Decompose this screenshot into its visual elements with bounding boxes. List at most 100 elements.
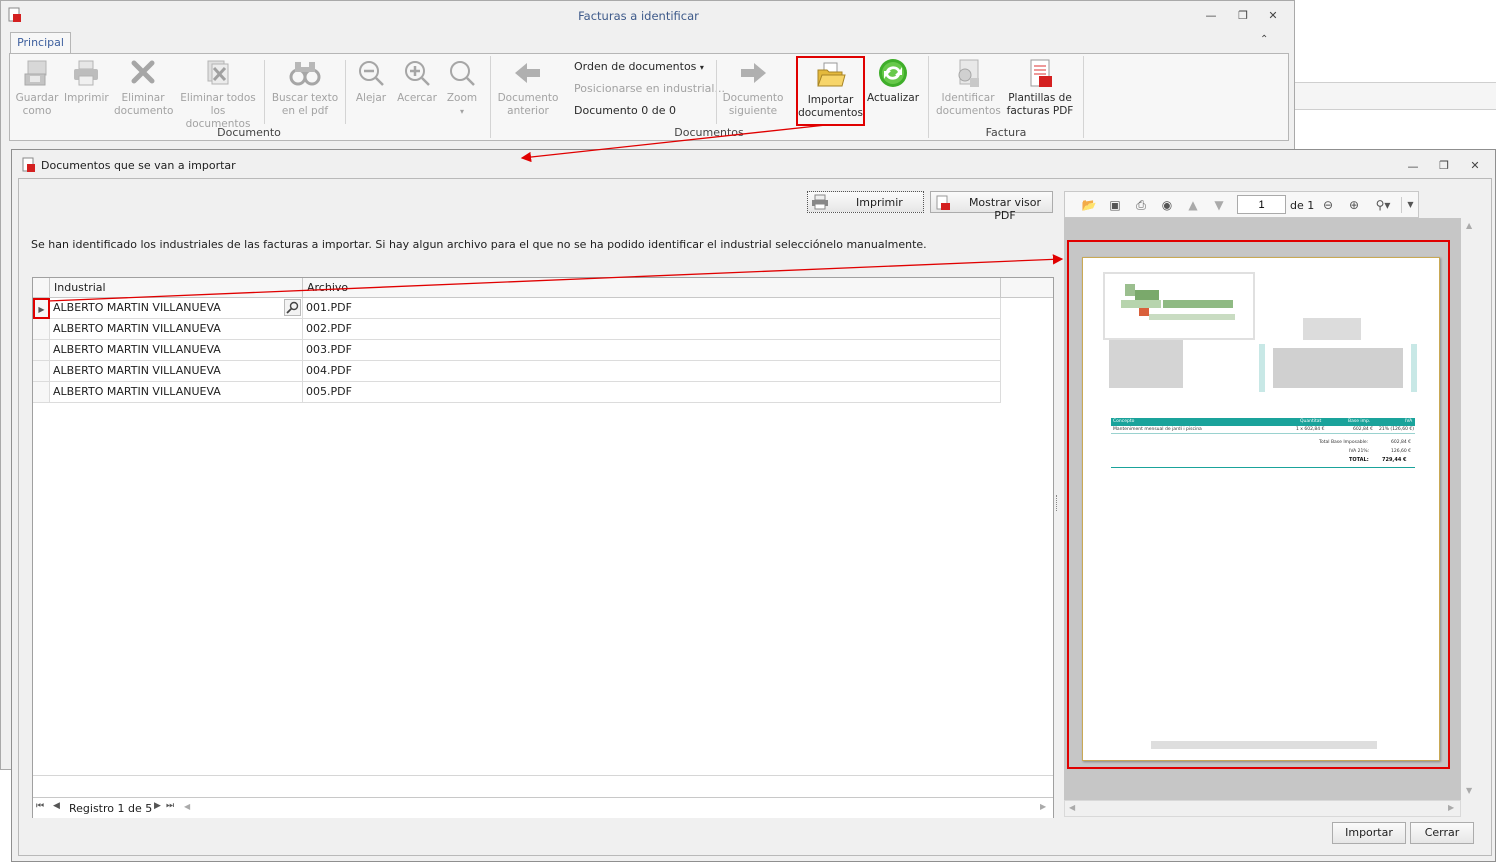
table-row[interactable]: ALBERTO MARTIN VILLANUEVA 004.PDF (33, 361, 1001, 382)
imprimir-dialog-label: Imprimir (856, 196, 903, 209)
cerrar-button[interactable]: Cerrar (1410, 822, 1474, 844)
zoom-icon (450, 61, 475, 86)
dialog-minimize-button[interactable]: — (1399, 158, 1427, 176)
ribbon-group-separator (1083, 56, 1084, 138)
collapse-ribbon-icon[interactable]: ⌃ (1260, 34, 1268, 45)
mostrar-visor-button[interactable]: Mostrar visor PDF (930, 191, 1053, 222)
imprimir-label: Imprimir (64, 92, 109, 104)
close-button[interactable]: ✕ (1259, 7, 1287, 25)
importar-button[interactable]: Importar (1332, 822, 1406, 844)
prev-record-icon[interactable]: ◀ (53, 801, 60, 811)
imprimir-dialog-button[interactable]: Imprimir (807, 191, 924, 213)
tab-principal[interactable]: Principal (10, 32, 71, 54)
zoom-in-icon[interactable]: ⊕ (1346, 197, 1362, 213)
column-header-archivo[interactable]: Archivo (303, 278, 1001, 298)
zoom-out-icon (359, 61, 384, 86)
scroll-left-icon[interactable]: ◀ (1069, 803, 1075, 812)
eliminar-todos-button[interactable]: Eliminar todos los documentos (178, 58, 258, 131)
guardar-como-button[interactable]: Guardar como (14, 58, 60, 118)
cell-industrial[interactable]: ALBERTO MARTIN VILLANUEVA (50, 340, 303, 361)
cell-industrial[interactable]: ALBERTO MARTIN VILLANUEVA (50, 361, 303, 382)
first-record-icon[interactable]: ⏮ (36, 801, 44, 811)
documento-anterior-button[interactable]: Documento anterior (496, 58, 560, 118)
acercar-button[interactable]: Acercar (394, 58, 440, 105)
pdf-viewer-hscroll[interactable]: ◀ ▶ (1064, 800, 1461, 817)
page-total: de 1 (1290, 199, 1315, 212)
ribbon-separator (345, 60, 346, 124)
importar-documentos-button[interactable]: Importar documentos (796, 56, 865, 126)
cell-industrial[interactable]: ALBERTO MARTIN VILLANUEVA (50, 319, 303, 340)
importar-documentos-label-2: documentos (798, 107, 863, 119)
printer-icon[interactable]: ⎙ (1133, 197, 1149, 213)
scroll-up-icon[interactable]: ▲ (1466, 221, 1472, 230)
grid-indicator-header (33, 278, 50, 298)
scroll-left-icon[interactable]: ◀ (184, 802, 190, 811)
identify-document-icon (958, 59, 979, 87)
plantillas-label-2: facturas PDF (1006, 105, 1074, 117)
table-row[interactable]: ALBERTO MARTIN VILLANUEVA 005.PDF (33, 382, 1001, 403)
documento-anterior-label-1: Documento (497, 92, 559, 104)
mostrar-visor-label: Mostrar visor PDF (968, 196, 1042, 222)
group-factura-label: Factura (985, 126, 1027, 139)
scroll-right-icon[interactable]: ▶ (1040, 802, 1046, 811)
buscar-texto-button[interactable]: Buscar texto en el pdf (270, 58, 340, 118)
buscar-texto-label-2: en el pdf (281, 105, 329, 117)
chevron-down-icon: ▾ (699, 63, 704, 72)
column-header-industrial[interactable]: Industrial (50, 278, 303, 298)
binoculars-icon (289, 62, 321, 86)
pdf-viewer-toolbar: 📂 ▣ ⎙ ◉ ▲ ▼ de 1 ⊖ ⊕ ⚲▾ ▼ (1064, 191, 1419, 218)
scroll-down-icon[interactable]: ▼ (1466, 786, 1472, 795)
orden-documentos-dropdown[interactable]: Orden de documentos ▾ (574, 60, 704, 73)
table-row[interactable]: ALBERTO MARTIN VILLANUEVA 003.PDF (33, 340, 1001, 361)
next-record-icon[interactable]: ▶ (154, 801, 161, 811)
cell-archivo[interactable]: 001.PDF (303, 298, 1001, 319)
importar-documentos-label-1: Importar (807, 94, 854, 106)
table-row[interactable]: ALBERTO MARTIN VILLANUEVA 002.PDF (33, 319, 1001, 340)
cell-industrial[interactable]: ALBERTO MARTIN VILLANUEVA (50, 382, 303, 403)
search-lookup-icon[interactable] (284, 299, 301, 316)
cell-archivo[interactable]: 003.PDF (303, 340, 1001, 361)
row-indicator (33, 382, 50, 403)
documento-siguiente-button[interactable]: Documento siguiente (722, 58, 784, 118)
scroll-right-icon[interactable]: ▶ (1448, 803, 1454, 812)
open-folder-icon[interactable]: 📂 (1081, 197, 1097, 213)
pdf-viewer-vscroll[interactable]: ▲ ▼ (1462, 218, 1479, 798)
posicionarse-item[interactable]: Posicionarse en industrial... (574, 82, 725, 95)
imprimir-button[interactable]: Imprimir (64, 58, 109, 105)
identificar-documentos-button[interactable]: Identificar documentos (936, 58, 1001, 118)
guardar-como-label-2: como (22, 105, 52, 117)
pdf-doc-icon (22, 157, 36, 173)
row-indicator (33, 340, 50, 361)
maximize-button[interactable]: ❐ (1229, 7, 1257, 25)
toolbar-overflow-icon[interactable]: ▼ (1401, 197, 1419, 213)
cell-archivo[interactable]: 005.PDF (303, 382, 1001, 403)
row-indicator (33, 361, 50, 382)
page-down-icon[interactable]: ▼ (1211, 197, 1227, 213)
save-icon[interactable]: ▣ (1107, 197, 1123, 213)
zoom-out-icon[interactable]: ⊖ (1320, 197, 1336, 213)
table-row[interactable]: ▶ ALBERTO MARTIN VILLANUEVA 001.PDF (33, 298, 1001, 319)
page-up-icon[interactable]: ▲ (1185, 197, 1201, 213)
dialog-maximize-button[interactable]: ❐ (1430, 157, 1458, 175)
buscar-texto-label-1: Buscar texto (271, 92, 339, 104)
group-documentos-label: Documentos (674, 126, 744, 139)
dialog-close-button[interactable]: ✕ (1461, 157, 1489, 175)
minimize-button[interactable]: — (1197, 7, 1225, 25)
plantillas-button[interactable]: Plantillas de facturas PDF (1004, 58, 1076, 118)
page-number-input[interactable] (1237, 195, 1286, 214)
actualizar-label: Actualizar (866, 92, 920, 104)
zoom-button[interactable]: Zoom ▾ (442, 58, 482, 118)
last-record-icon[interactable]: ⏭ (166, 801, 174, 811)
binoculars-icon[interactable]: ◉ (1159, 197, 1175, 213)
eliminar-documento-button[interactable]: Eliminar documento (114, 58, 173, 118)
refresh-icon (879, 59, 907, 87)
splitter-grip[interactable] (1056, 495, 1060, 511)
cell-industrial[interactable]: ALBERTO MARTIN VILLANUEVA (50, 298, 303, 319)
cell-archivo[interactable]: 002.PDF (303, 319, 1001, 340)
viewer-highlight (1067, 240, 1450, 769)
alejar-button[interactable]: Alejar (350, 58, 392, 105)
column-header-filler (1001, 278, 1053, 298)
actualizar-button[interactable]: Actualizar (866, 58, 920, 105)
cell-archivo[interactable]: 004.PDF (303, 361, 1001, 382)
zoom-dropdown-icon[interactable]: ⚲▾ (1372, 197, 1394, 213)
